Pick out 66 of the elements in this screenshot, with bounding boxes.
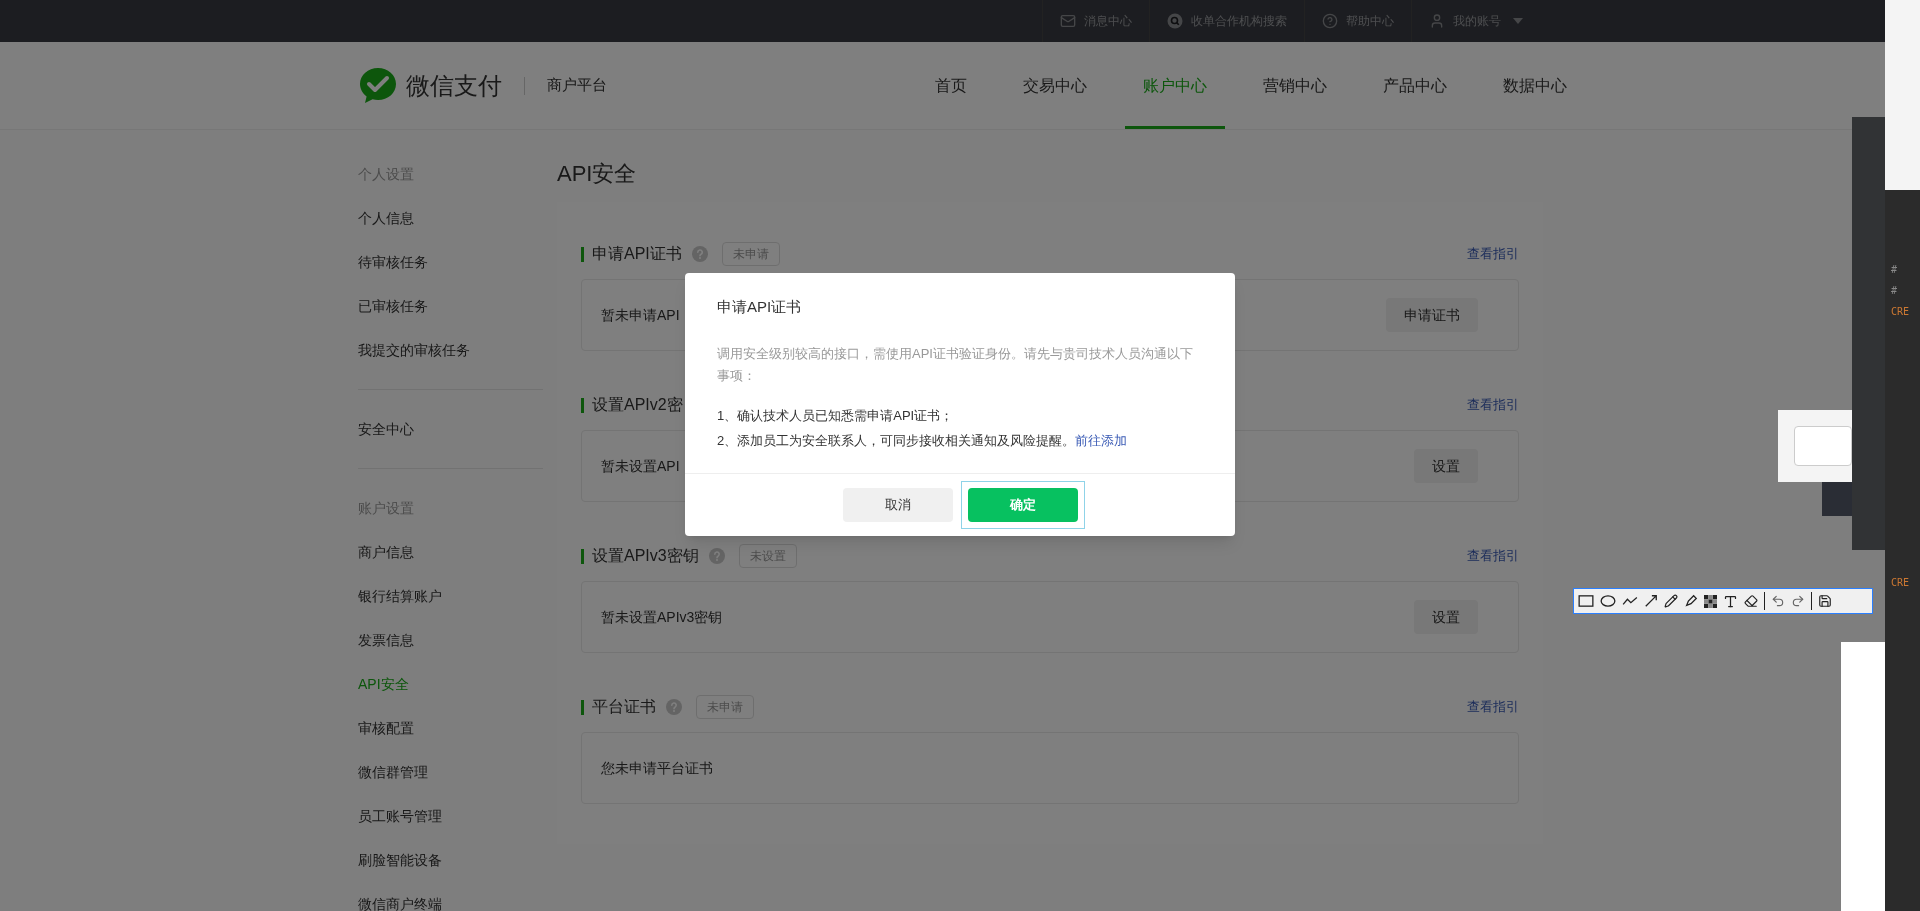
nav-tab[interactable]: 产品中心 — [1365, 42, 1465, 129]
text-tool-icon[interactable] — [1723, 593, 1738, 609]
line-tool-icon[interactable] — [1622, 595, 1638, 607]
confirm-button[interactable]: 确定 — [967, 488, 1078, 522]
guide-link[interactable]: 查看指引 — [1467, 395, 1519, 415]
mail-icon — [1060, 13, 1076, 29]
section-title: 设置APIv3密钥 — [592, 546, 699, 566]
action-button[interactable]: 设置 — [1414, 449, 1478, 483]
logo-text: 微信支付 — [406, 70, 502, 101]
save-icon[interactable] — [1818, 594, 1832, 608]
sidebar-item[interactable]: 微信商户终端 — [358, 882, 543, 911]
page-title: API安全 — [557, 159, 638, 188]
marker-tool-icon[interactable] — [1684, 594, 1698, 608]
nav-tab[interactable]: 首页 — [917, 42, 985, 129]
sidebar-item[interactable]: 刷脸智能设备 — [358, 838, 543, 882]
panel-text: 暂未申请API — [601, 305, 680, 325]
guide-link[interactable]: 查看指引 — [1467, 244, 1519, 264]
sidebar-item[interactable]: 商户信息 — [358, 530, 543, 574]
arrow-tool-icon[interactable] — [1644, 594, 1658, 608]
code-text: # — [1891, 284, 1899, 298]
guide-link[interactable]: 查看指引 — [1467, 697, 1519, 717]
nav-tab[interactable]: 营销中心 — [1245, 42, 1345, 129]
action-button[interactable]: 申请证书 — [1386, 298, 1478, 332]
ellipse-tool-icon[interactable] — [1600, 595, 1616, 607]
code-text: # — [1891, 263, 1899, 277]
sidebar-item[interactable]: 我提交的审核任务 — [358, 328, 543, 372]
redo-icon[interactable] — [1791, 594, 1805, 608]
undo-icon[interactable] — [1771, 594, 1785, 608]
section-title: 设置APIv2密 — [592, 395, 683, 415]
sidebar-item[interactable]: 审核配置 — [358, 706, 543, 750]
platform-label: 商户平台 — [547, 75, 607, 96]
dialog-list-item: 1、确认技术人员已知悉需申请API证书； — [717, 407, 955, 425]
mosaic-tool-icon[interactable] — [1704, 594, 1717, 608]
nav-tab[interactable]: 账户中心 — [1125, 42, 1225, 129]
sidebar-item[interactable]: 待审核任务 — [358, 240, 543, 284]
sidebar-item[interactable]: 发票信息 — [358, 618, 543, 662]
dialog-intro: 调用安全级别较高的接口，需使用API证书验证身份。请先与贵司技术人员沟通以下事项： — [717, 345, 1194, 385]
sidebar-item[interactable]: API安全 — [358, 662, 543, 706]
panel-text: 您未申请平台证书 — [601, 758, 713, 778]
rectangle-tool-icon[interactable] — [1578, 595, 1594, 607]
sidebar-item[interactable]: 个人信息 — [358, 196, 543, 240]
sidebar-item[interactable]: 已审核任务 — [358, 284, 543, 328]
sidebar-item[interactable]: 安全中心 — [358, 407, 543, 451]
pencil-icon[interactable] — [1664, 594, 1678, 608]
guide-link[interactable]: 查看指引 — [1467, 546, 1519, 566]
action-button[interactable]: 设置 — [1414, 600, 1478, 634]
panel-text: 暂未设置APIv3密钥 — [601, 607, 723, 627]
sidebar-item[interactable]: 银行结算账户 — [358, 574, 543, 618]
section-title: 申请API证书 — [592, 244, 682, 264]
dialog-title: 申请API证书 — [717, 297, 803, 317]
cancel-button[interactable]: 取消 — [842, 488, 953, 522]
eraser-icon[interactable] — [1744, 594, 1758, 608]
add-link[interactable]: 前往添加 — [1075, 433, 1128, 448]
help-icon — [1322, 13, 1338, 29]
panel-text: 暂未设置API — [601, 456, 680, 476]
code-text: CRE — [1891, 305, 1911, 319]
logo-icon — [358, 65, 398, 106]
sidebar-item[interactable]: 员工账号管理 — [358, 794, 543, 838]
sidebar-item[interactable]: 微信群管理 — [358, 750, 543, 794]
search-icon — [1167, 13, 1183, 29]
nav-tab[interactable]: 交易中心 — [1005, 42, 1105, 129]
user-icon — [1429, 13, 1445, 29]
code-text: CRE — [1891, 576, 1911, 590]
nav-tab[interactable]: 数据中心 — [1485, 42, 1585, 129]
section-title: 平台证书 — [592, 697, 656, 717]
dialog-list-item: 2、添加员工为安全联系人，可同步接收相关通知及风险提醒。前往添加 — [717, 432, 1129, 450]
